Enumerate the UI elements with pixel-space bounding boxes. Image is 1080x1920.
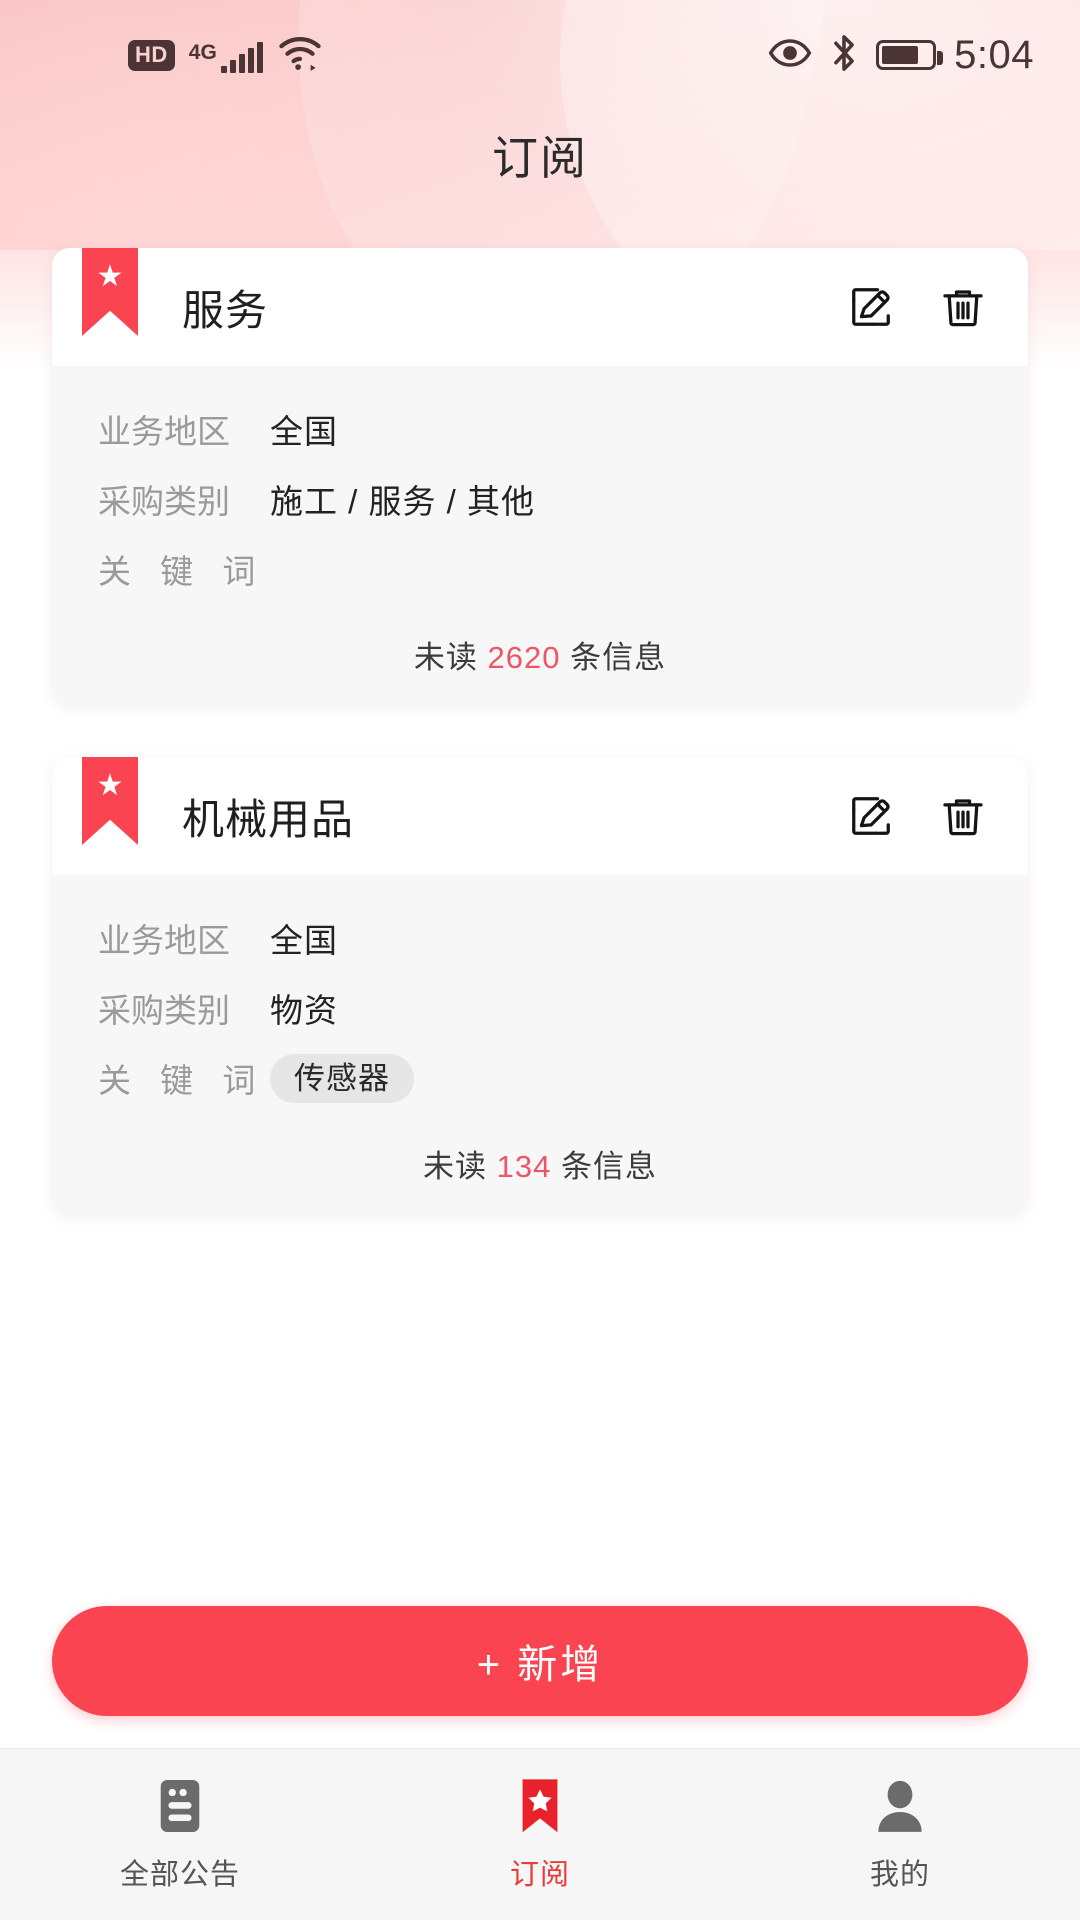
detail-value: 全国 <box>270 413 338 450</box>
battery-icon <box>876 40 944 70</box>
unread-suffix: 条信息 <box>560 1149 657 1184</box>
card-body: 业务地区 全国 采购类别 施工 / 服务 / 其他 关 键 词 未读 2620 … <box>52 366 1028 705</box>
detail-value: 全国 <box>270 922 338 959</box>
bookmark-star-icon: ★ <box>82 248 138 336</box>
nav-item-profile[interactable]: 我的 <box>720 1777 1080 1893</box>
bluetooth-icon <box>830 32 858 79</box>
card-header: ★ 服务 <box>52 248 1028 366</box>
nav-item-all-announcements[interactable]: 全部公告 <box>0 1777 360 1893</box>
hd-icon: HD <box>128 39 175 71</box>
detail-label: 采购类别 <box>98 483 230 520</box>
announcement-list-icon <box>153 1777 207 1835</box>
detail-value: 物资 <box>270 992 338 1029</box>
nav-item-subscriptions[interactable]: 订阅 <box>360 1777 720 1893</box>
keyword-tag[interactable]: 传感器 <box>270 1053 414 1103</box>
nav-label: 全部公告 <box>119 1858 240 1891</box>
card-title: 机械用品 <box>182 795 355 843</box>
detail-value: 施工 / 服务 / 其他 <box>270 483 536 520</box>
nav-label: 我的 <box>869 1858 930 1891</box>
status-bar-clock: 5:04 <box>954 33 1034 77</box>
unread-prefix: 未读 <box>413 640 478 675</box>
subscription-list: ★ 服务 业务地区 全国 采购类别 施工 / 服务 / 其他 关 键 词 未读 … <box>0 248 1080 1266</box>
nav-label: 订阅 <box>509 1858 570 1891</box>
card-actions <box>848 284 986 330</box>
unread-number: 134 <box>496 1149 552 1184</box>
signal-bars-icon: 4G <box>189 38 263 73</box>
detail-row: 采购类别 物资 <box>52 973 1028 1043</box>
page-title: 订阅 <box>492 132 588 184</box>
detail-row: 业务地区 全国 <box>52 903 1028 973</box>
unread-suffix: 条信息 <box>570 640 667 675</box>
detail-row: 关 键 词 <box>52 534 1028 604</box>
status-bar-left: HD 4G <box>46 34 323 77</box>
detail-label: 业务地区 <box>98 413 230 450</box>
edit-pencil-icon[interactable] <box>848 284 894 330</box>
unread-number: 2620 <box>487 640 561 675</box>
unread-count: 未读 2620 条信息 <box>52 604 1028 683</box>
detail-row: 采购类别 施工 / 服务 / 其他 <box>52 464 1028 534</box>
network-type-label: 4G <box>188 40 217 64</box>
detail-label: 关 键 词 <box>98 553 266 590</box>
bookmark-star-icon <box>518 1777 562 1835</box>
subscription-card[interactable]: ★ 服务 业务地区 全国 采购类别 施工 / 服务 / 其他 关 键 词 未读 … <box>52 248 1028 705</box>
detail-label: 关 键 词 <box>98 1062 266 1099</box>
unread-prefix: 未读 <box>423 1149 487 1184</box>
wifi-icon <box>277 34 323 77</box>
detail-row: 关 键 词 传感器 <box>52 1043 1028 1113</box>
trash-icon[interactable] <box>940 284 986 330</box>
unread-count: 未读 134 条信息 <box>52 1113 1028 1192</box>
status-bar: HD 4G 5:04 <box>0 0 1080 110</box>
card-actions <box>848 793 986 839</box>
trash-icon[interactable] <box>940 793 986 839</box>
subscription-card[interactable]: ★ 机械用品 业务地区 全国 采购类别 物资 关 键 词 传感器 未读 134 … <box>52 757 1028 1214</box>
card-body: 业务地区 全国 采购类别 物资 关 键 词 传感器 未读 134 条信息 <box>52 875 1028 1214</box>
detail-label: 采购类别 <box>98 992 230 1029</box>
card-title: 服务 <box>182 286 269 334</box>
edit-pencil-icon[interactable] <box>848 793 894 839</box>
card-header: ★ 机械用品 <box>52 757 1028 875</box>
status-bar-right: 5:04 <box>768 32 1034 79</box>
detail-row: 业务地区 全国 <box>52 394 1028 464</box>
signal-strength-bars <box>220 41 263 73</box>
eye-icon <box>768 38 812 73</box>
bookmark-star-icon: ★ <box>82 757 138 845</box>
bottom-navigation: 全部公告 订阅 我的 <box>0 1748 1080 1920</box>
keyword-tags: 传感器 <box>270 1053 414 1103</box>
detail-label: 业务地区 <box>98 922 230 959</box>
person-icon <box>874 1777 926 1835</box>
add-subscription-button[interactable]: + 新增 <box>52 1606 1028 1716</box>
